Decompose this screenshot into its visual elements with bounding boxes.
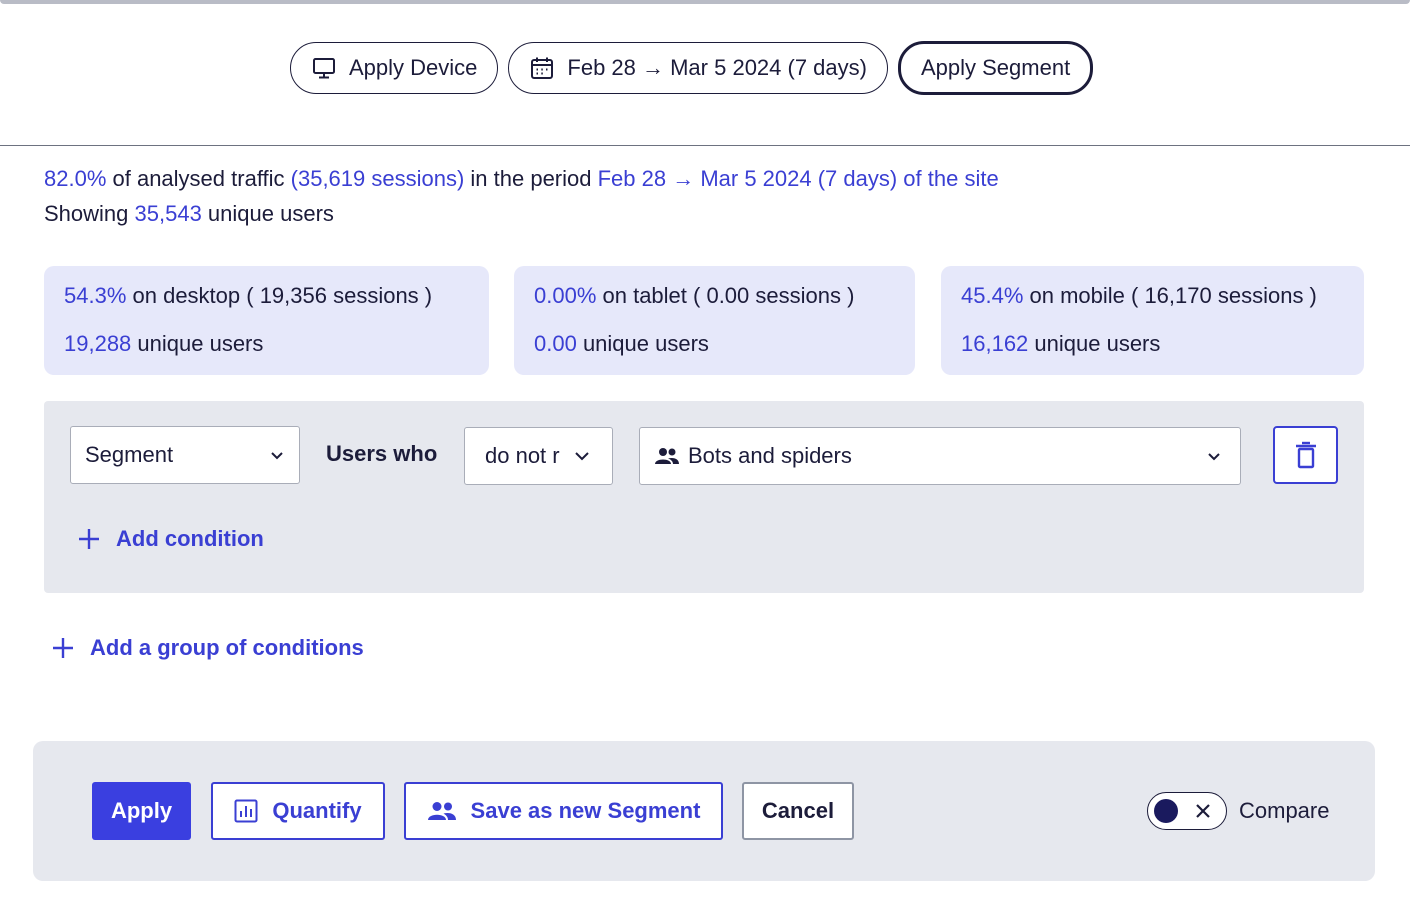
device-users-suffix: unique users [576,331,709,356]
apply-device-button[interactable]: Apply Device [290,42,499,94]
device-card-mobile: 45.4% on mobile ( 16,170 sessions ) 16,1… [941,266,1364,375]
quantify-label: Quantify [272,798,362,823]
summary-sessions: (35,619 sessions) [290,166,465,191]
device-label: on tablet ( 0.00 sessions ) [596,283,855,308]
users-group-icon [427,802,456,820]
delete-condition-button[interactable] [1273,426,1338,484]
monitor-icon [311,55,337,81]
device-percent: 54.3% [64,283,127,308]
close-icon [1196,804,1210,818]
top-controls: Apply Device Feb 28 → Mar 5 2024 (7 days… [290,41,1094,96]
plus-icon [53,638,73,658]
device-sessions: 45.4% on mobile ( 16,170 sessions ) [961,280,1344,312]
segment-value: Bots and spiders [688,443,852,468]
device-label: on desktop ( 19,356 sessions ) [126,283,433,308]
add-condition-button[interactable]: Add condition [78,522,264,556]
chevron-down-icon [1208,453,1220,461]
summary-showing: Showing [44,201,135,226]
device-sessions: 54.3% on desktop ( 19,356 sessions ) [64,280,469,312]
summary-period: Feb 28 → Mar 5 2024 (7 days) of the site [597,166,999,191]
device-users: 19,288 unique users [64,328,469,360]
add-condition-group-button[interactable]: Add a group of conditions [52,631,364,665]
header-divider [0,145,1410,146]
apply-label: Apply [110,798,173,823]
device-users-count: 16,162 [961,331,1029,356]
plus-icon [79,529,99,549]
device-percent: 45.4% [961,283,1024,308]
trash-icon [1295,441,1316,469]
device-users-count: 19,288 [64,331,132,356]
add-condition-label: Add condition [116,526,264,551]
users-who-label: Users who [326,441,438,466]
summary-text-1: of analysed traffic [106,166,291,191]
date-range-button[interactable]: Feb 28 → Mar 5 2024 (7 days) [508,42,888,94]
window-top-edge [0,0,1410,4]
segment-value-select[interactable]: Bots and spiders [639,427,1241,485]
condition-operator-value: do not r [485,443,560,468]
apply-segment-label: Apply Segment [920,55,1071,80]
segment-editor-page: Apply Device Feb 28 → Mar 5 2024 (7 days… [0,0,1410,916]
device-percent: 0.00% [534,283,597,308]
save-segment-label: Save as new Segment [470,798,701,823]
device-sessions: 0.00% on tablet ( 0.00 sessions ) [534,280,895,312]
device-users-suffix: unique users [1028,331,1161,356]
apply-device-label: Apply Device [349,55,478,80]
device-card-desktop: 54.3% on desktop ( 19,356 sessions ) 19,… [44,266,489,375]
device-users: 0.00 unique users [534,328,895,360]
summary-line-2: Showing 35,543 unique users [44,196,999,231]
summary-line-1: 82.0% of analysed traffic (35,619 sessio… [44,161,999,196]
condition-group: Segment Users who do not r Bots and spid… [44,401,1364,593]
device-users-count: 0.00 [534,331,577,356]
chevron-down-icon [575,452,589,461]
summary-text-2: in the period [464,166,598,191]
apply-button[interactable]: Apply [92,782,191,840]
device-users-suffix: unique users [131,331,264,356]
date-range-label: Feb 28 → Mar 5 2024 (7 days) [567,55,867,80]
bar-chart-icon [234,799,258,823]
quantify-button[interactable]: Quantify [211,782,385,840]
add-group-label: Add a group of conditions [90,635,364,660]
save-as-segment-button[interactable]: Save as new Segment [404,782,723,840]
chevron-down-icon [271,452,283,460]
device-users: 16,162 unique users [961,328,1344,360]
cancel-label: Cancel [761,798,835,823]
summary-users: 35,543 [134,201,202,226]
condition-operator-select[interactable]: do not r [464,427,613,485]
compare-label: Compare [1239,798,1330,823]
device-label: on mobile ( 16,170 sessions ) [1023,283,1317,308]
cancel-button[interactable]: Cancel [742,782,854,840]
action-bar: Apply Quantify Save as new Segment Cance… [33,741,1375,881]
condition-field-select[interactable]: Segment [70,426,300,484]
summary-percent: 82.0% [44,166,107,191]
calendar-icon [529,55,555,81]
summary-users-suffix: unique users [201,201,334,226]
apply-segment-button[interactable]: Apply Segment [897,41,1094,95]
device-card-tablet: 0.00% on tablet ( 0.00 sessions ) 0.00 u… [514,266,915,375]
compare-toggle[interactable] [1147,792,1227,830]
users-group-icon [655,448,679,464]
traffic-summary: 82.0% of analysed traffic (35,619 sessio… [44,161,999,231]
toggle-knob [1154,799,1178,823]
condition-field-value: Segment [85,442,174,467]
